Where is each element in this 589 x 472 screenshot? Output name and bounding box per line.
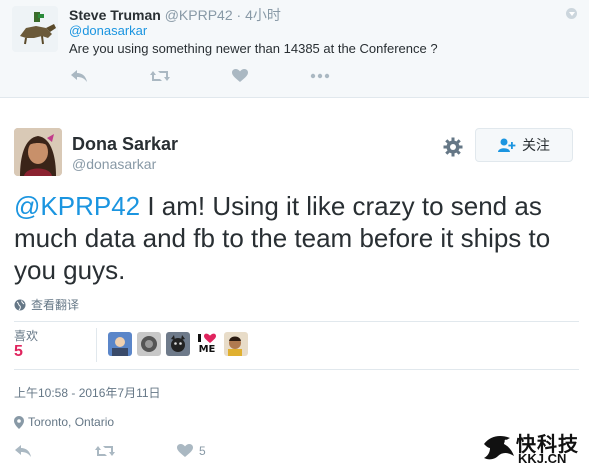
globe-icon [14,299,26,310]
location-pin-icon [14,415,24,429]
author-handle[interactable]: @KPRP42 [165,7,233,23]
avatar[interactable] [166,332,190,356]
avatar[interactable] [137,332,161,356]
reply-button[interactable] [14,442,32,460]
add-user-icon [498,138,516,152]
avatar[interactable] [108,332,132,356]
divider [14,321,579,322]
tweet-mention[interactable]: @KPRP42 [14,191,140,221]
display-name[interactable]: Dona Sarkar [72,134,178,155]
like-button[interactable] [231,67,249,85]
avatar[interactable] [14,128,62,176]
reply-icon [71,70,87,82]
reply-to-mention[interactable]: @donasarkar [69,23,147,38]
tweet-location[interactable]: Toronto, Ontario [14,415,114,429]
avatar[interactable]: ME [195,332,219,356]
liker-badge-text: ME [198,344,216,355]
bird-logo-icon [484,436,514,460]
likes-count[interactable]: 5 [14,343,23,361]
caret-down-icon[interactable] [566,8,577,19]
avatar[interactable] [12,6,58,52]
retweet-icon [150,71,170,81]
settings-button[interactable] [443,137,463,157]
reply-button[interactable] [69,67,89,85]
author-name[interactable]: Steve Truman [69,7,161,23]
like-button[interactable]: 5 [177,442,206,460]
retweet-button[interactable] [94,442,116,460]
reply-icon [15,445,31,457]
heart-icon [232,69,248,82]
follow-label: 关注 [522,137,550,153]
reply-text: Are you using something newer than 14385… [69,41,438,56]
tweet-timestamp[interactable]: 上午10:58 - 2016年7月11日 [14,384,161,401]
more-button[interactable] [309,67,331,85]
translate-link[interactable]: 查看翻译 [14,296,79,313]
tweet-text: @KPRP42 I am! Using it like crazy to sen… [14,190,579,286]
watermark: 快科技 KKJ.CN [482,428,586,468]
likers-list: ME [108,332,248,356]
retweet-button[interactable] [149,67,171,85]
heart-icon [177,444,193,457]
separator: · [236,7,246,23]
screen-name[interactable]: @donasarkar [72,156,156,172]
divider [96,328,97,362]
reply-tweet: Steve Truman @KPRP42 · 4小时 @donasarkar A… [0,0,589,98]
location-label: Toronto, Ontario [28,415,115,429]
divider [14,369,579,370]
gear-icon [443,137,463,157]
follow-button[interactable]: 关注 [475,128,573,162]
avatar[interactable] [224,332,248,356]
reply-header: Steve Truman @KPRP42 · 4小时 [69,5,281,25]
more-icon [310,73,330,79]
tweet-time[interactable]: 4小时 [245,7,281,23]
like-count: 5 [199,444,206,458]
retweet-icon [95,446,115,456]
watermark-domain: KKJ.CN [518,451,567,466]
translate-label: 查看翻译 [31,298,80,312]
likes-label[interactable]: 喜欢 [14,327,38,344]
